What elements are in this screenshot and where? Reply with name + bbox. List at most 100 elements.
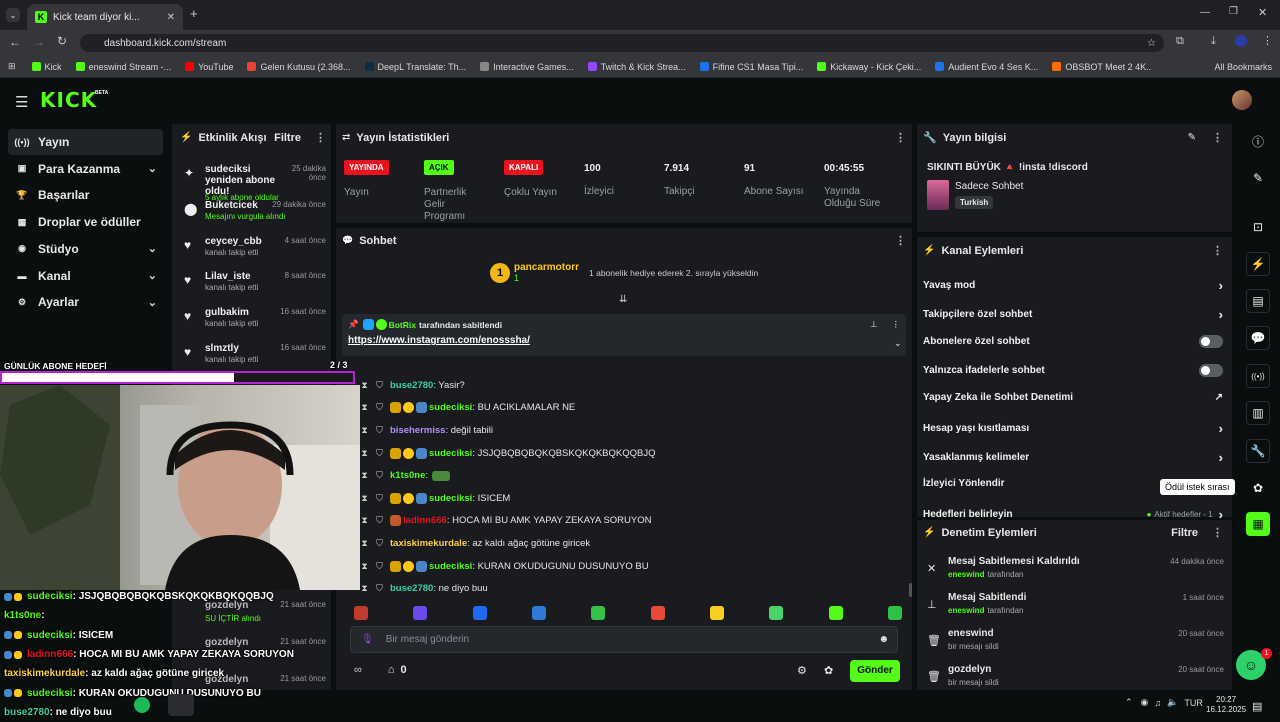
bookmark-item[interactable]: OBSBOT Meet 2 4K... [1052,61,1152,72]
chat-username[interactable]: sudeciksi [429,493,472,504]
shield-icon[interactable]: ⛉ [375,493,384,504]
edit-icon[interactable]: ✎ [1188,132,1196,143]
sidebar-item[interactable]: 🏆 Başarılar [8,182,163,208]
bookmark-item[interactable]: Kickaway - Kick Çeki... [817,61,921,72]
chat-username[interactable]: sudeciksi [429,561,472,572]
chat-message[interactable]: ⧗ ⛉ sudeciksi: KURAN OKUDUGUNU DUSUNUYO BU [360,555,908,578]
chat-message[interactable]: ⧗ ⛉ k1ts0ne: [360,464,908,487]
chat-username[interactable]: ladinn666 [403,515,447,526]
apps-icon[interactable]: ⊞ [8,61,16,72]
notifications-icon[interactable]: ▤ [1252,700,1262,713]
bookmark-item[interactable]: YouTube [185,61,233,72]
activity-filter-button[interactable]: Filtre [274,132,301,144]
emote-icon[interactable] [769,606,784,620]
timeout-icon[interactable]: ⧗ [360,561,369,572]
minimize-icon[interactable]: — [1200,7,1210,18]
shield-icon[interactable]: ⛉ [375,402,384,413]
wrench-icon[interactable]: 🔧 [1246,439,1270,463]
clapper-icon[interactable]: ▦ [1246,512,1270,536]
emote-icon[interactable] [472,606,487,620]
screenshot-icon[interactable]: ⊡ [1246,215,1270,239]
sidebar-item[interactable]: ▦ Droplar ve ödüller [8,209,163,235]
forward-icon[interactable]: → [33,35,45,49]
download-icon[interactable]: ⤓ [1211,35,1216,48]
scroll-down-icon[interactable]: ⇊ [619,294,627,305]
chat-username[interactable]: k1ts0ne [390,470,425,481]
user-avatar[interactable] [1232,90,1252,110]
moderation-item[interactable]: 🗑 gozdelyn bir mesajı sildi 20 saat önce [927,664,1224,694]
pinned-link[interactable]: https://www.instagram.com/enosssha/ [348,335,530,346]
volume-icon[interactable]: 🔈 [1167,697,1178,708]
chat-username[interactable]: sudeciksi [429,448,472,459]
emoji-icon[interactable]: ☻ [878,634,889,645]
moderation-item[interactable]: ⊥ Mesaj Sabitlendi eneswind tarafından 1 saa… [927,592,1224,622]
shield-icon[interactable]: ⛉ [375,561,384,572]
pinned-more-icon[interactable]: ⋮ [892,319,901,330]
chat-username[interactable]: sudeciksi [429,402,472,413]
timeout-icon[interactable]: ⧗ [360,402,369,413]
timeout-icon[interactable]: ⧗ [360,380,369,391]
emote-icon[interactable] [828,606,843,620]
send-button[interactable]: Gönder [850,660,900,682]
tray-chevron-icon[interactable]: ⌃ [1125,697,1133,708]
moderation-more-icon[interactable]: ⋮ [1212,526,1223,539]
emote-icon[interactable] [887,606,902,620]
sidebar-item[interactable]: ▣ Para Kazanma ⌄ [8,156,163,182]
activity-more-icon[interactable]: ⋮ [315,131,326,144]
bookmark-item[interactable]: Twitch & Kick Strea... [587,61,686,72]
obs-taskbar-icon[interactable] [168,694,194,716]
extensions-icon[interactable]: ⧉ [1176,35,1184,48]
sidebar-item[interactable]: ◉ Stüdyo ⌄ [8,236,163,262]
edit-icon[interactable]: ✎ [1246,166,1270,190]
timeout-icon[interactable]: ⧗ [360,515,369,526]
bookmark-item[interactable]: Interactive Games... [480,61,574,72]
timeout-icon[interactable]: ⧗ [360,448,369,459]
chat-more-icon[interactable]: ⋮ [895,234,906,247]
moderation-item[interactable]: 🗑 eneswind bir mesajı sildi 20 saat önce [927,628,1224,658]
hamburger-icon[interactable]: ☰ [15,93,28,111]
chat-settings-icon[interactable]: ⚙ [797,664,807,677]
expand-pinned-icon[interactable]: ⌄ [894,338,902,349]
category-thumbnail[interactable] [927,180,949,210]
stats-more-icon[interactable]: ⋮ [895,131,906,144]
bookmark-item[interactable]: DeepL Translate: Th... [364,61,466,72]
stack-icon[interactable]: ▥ [1246,401,1270,425]
new-tab-icon[interactable]: + [190,6,198,21]
spotify-tray-icon[interactable]: ♫ [1154,698,1161,708]
broadcast-icon[interactable]: ((•)) [1246,364,1270,388]
close-tab-icon[interactable]: ✕ [167,12,175,23]
info-icon[interactable]: ⓘ [1246,129,1270,153]
chat-icon[interactable]: 💬 [1246,326,1270,350]
bookmark-item[interactable]: Fifine CS1 Masa Tipi... [699,61,803,72]
shield-icon[interactable]: ⛉ [375,380,384,391]
emote-icon[interactable] [709,606,724,620]
channel-action-item[interactable]: Yasaklanmış kelimeler › [923,450,1223,465]
emote-icon[interactable] [531,606,546,620]
emote-icon[interactable] [650,606,665,620]
all-bookmarks-link[interactable]: All Bookmarks [1214,62,1272,72]
restore-icon[interactable]: ❐ [1229,6,1238,17]
pinned-by-user[interactable]: BotRix [389,320,416,330]
channel-action-item[interactable]: Takipçilere özel sohbet › [923,307,1223,322]
bookmark-item[interactable]: Kick [31,61,62,72]
discord-tray-icon[interactable]: ◉ [1141,697,1149,708]
stream-category[interactable]: Sadece Sohbet [955,181,1023,192]
chat-scrollbar[interactable] [909,583,912,597]
sidebar-item[interactable]: ▬ Kanal ⌄ [8,263,163,289]
moderation-filter-button[interactable]: Filtre [1171,527,1198,539]
stream-info-more-icon[interactable]: ⋮ [1212,131,1223,144]
back-icon[interactable]: ← [9,35,21,49]
bookmark-item[interactable]: eneswind Stream -... [75,61,171,72]
shield-icon[interactable]: ⛉ [375,515,384,526]
toggle-switch[interactable] [1199,335,1223,349]
url-input[interactable]: dashboard.kick.com/stream ☆ [80,34,1164,52]
channel-action-item[interactable]: Yavaş mod › [923,278,1223,293]
chat-username[interactable]: taxiskimekurdale [390,538,467,549]
shield-icon[interactable]: ⛉ [375,425,384,436]
timeout-icon[interactable]: ⧗ [360,425,369,436]
rewards-icon[interactable]: ✿ [1246,476,1270,500]
gift-user[interactable]: pancarmotorr [514,262,579,273]
chat-message[interactable]: ⧗ ⛉ sudeciksi: JSJQBQBQBQKQBSKQKQKBQKQQBJQ [360,442,908,465]
close-window-icon[interactable]: ✕ [1258,6,1267,19]
lang-indicator[interactable]: TUR [1184,698,1203,708]
